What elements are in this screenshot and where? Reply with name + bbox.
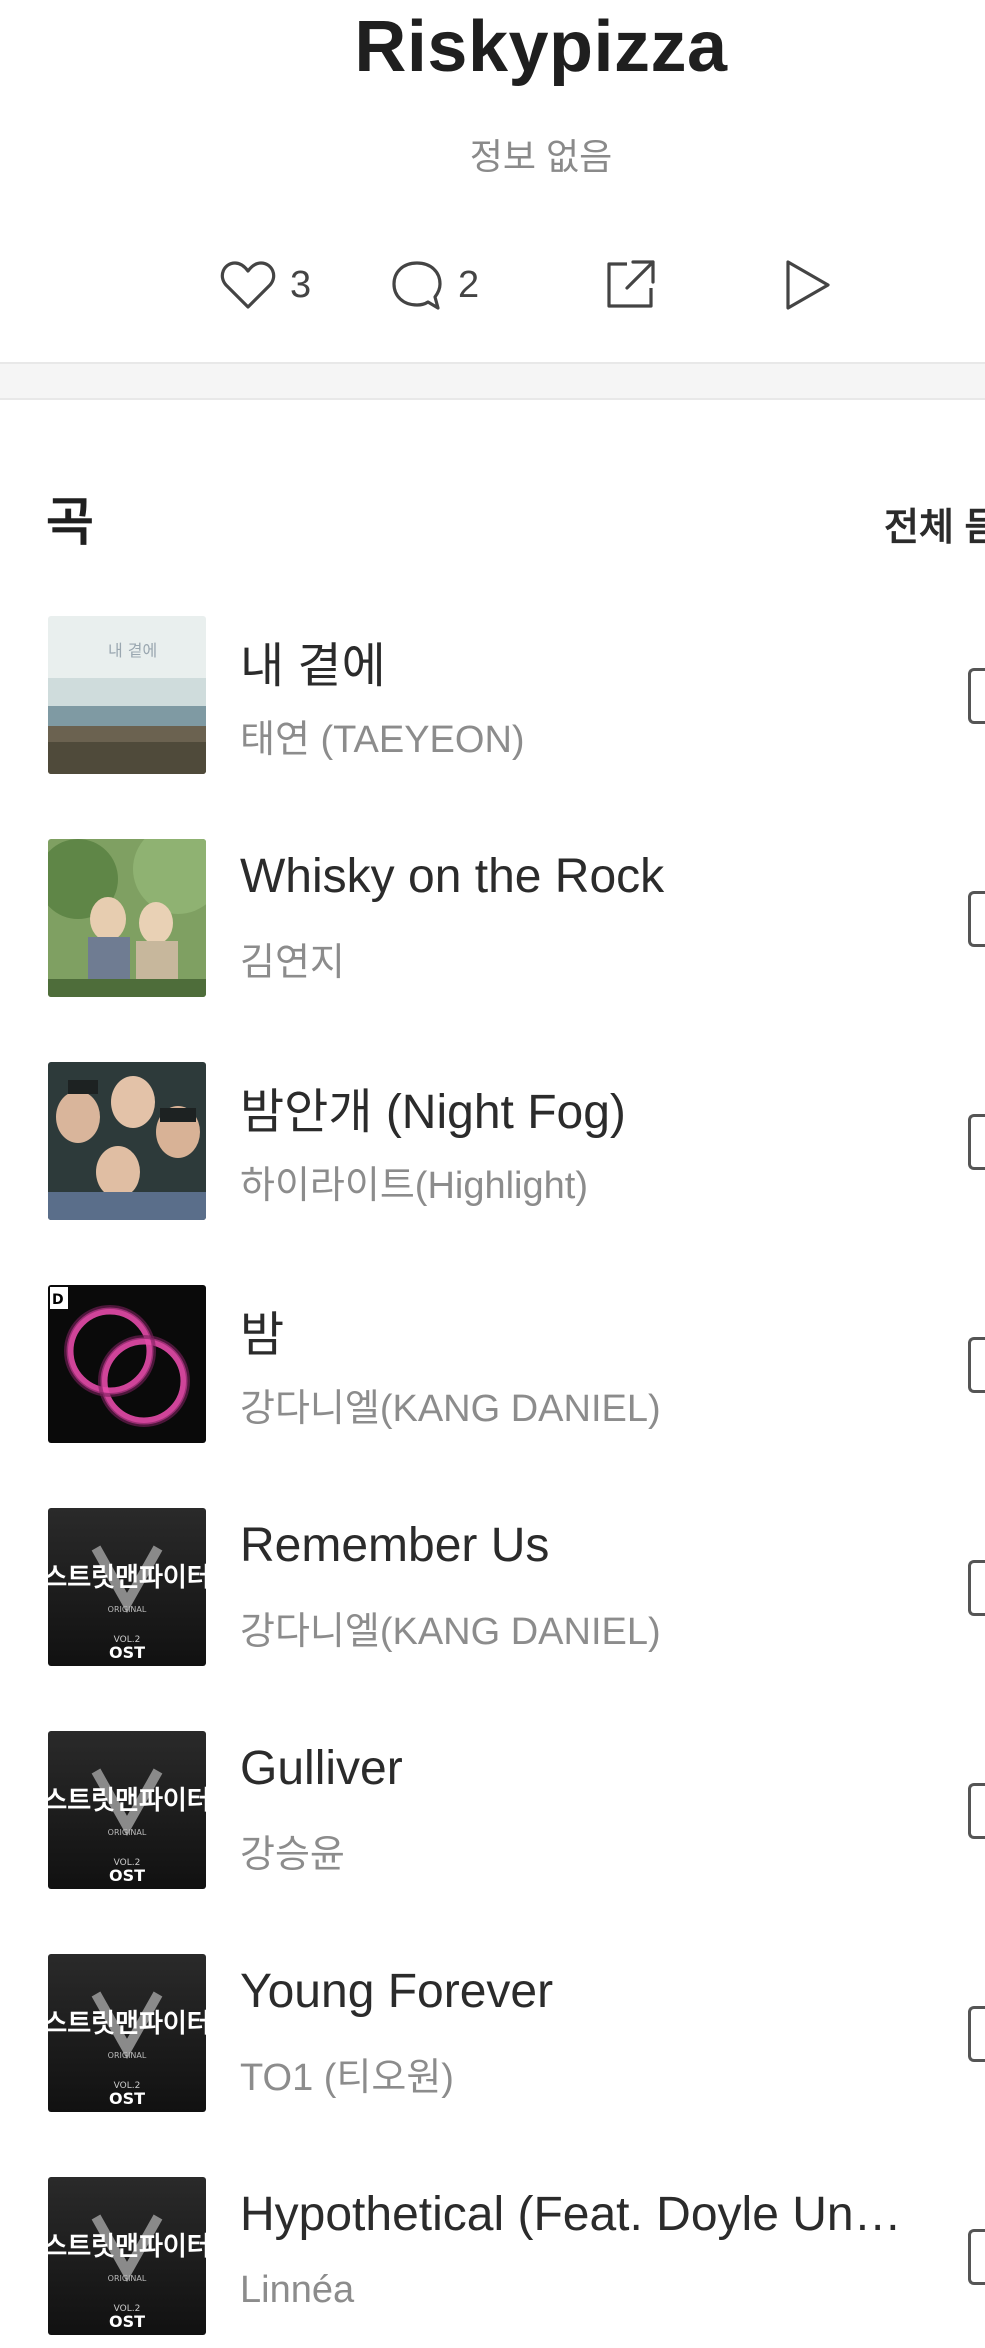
album-cover: 스트릿맨파이터 ORIGINAL VOL.2 OST [48,2177,206,2335]
svg-text:OST: OST [109,1643,145,1662]
track-row[interactable]: 스트릿맨파이터 ORIGINAL VOL.2 OST Hypothetical … [0,2177,985,2337]
svg-text:OST: OST [109,1866,145,1885]
track-more-icon[interactable] [968,2006,985,2062]
track-row[interactable]: 밤안개 (Night Fog) 하이라이트(Highlight) [0,1062,985,1222]
album-cover [48,839,206,997]
track-row[interactable]: D 밤 강다니엘(KANG DANIEL) [0,1285,985,1445]
track-artist: 김연지 [240,942,345,984]
track-artist: 강다니엘(KANG DANIEL) [240,1388,661,1430]
track-artist: 태연 (TAEYEON) [240,719,525,761]
svg-text:스트릿맨파이터: 스트릿맨파이터 [48,2232,206,2262]
track-title: Hypothetical (Feat. Doyle Un… [240,2188,902,2241]
album-cover: D [48,1285,206,1443]
svg-text:ORIGINAL: ORIGINAL [108,2274,147,2283]
svg-text:D: D [52,1292,64,1308]
svg-text:스트릿맨파이터: 스트릿맨파이터 [48,1786,206,1816]
like-button[interactable]: 3 [220,250,311,320]
play-button[interactable] [782,250,832,320]
svg-text:ORIGINAL: ORIGINAL [108,1828,147,1837]
track-title: Gulliver [240,1742,403,1795]
svg-text:OST: OST [109,2089,145,2108]
profile-subtitle: 정보 없음 [469,136,613,177]
comment-button[interactable]: 2 [390,250,479,320]
svg-text:내 곁에: 내 곁에 [108,641,157,660]
svg-text:ORIGINAL: ORIGINAL [108,1605,147,1614]
play-icon [782,258,832,312]
track-more-icon[interactable] [968,1560,985,1616]
songs-section-title: 곡 [46,494,94,552]
like-count: 3 [290,263,312,306]
track-title: 밤 [240,1309,285,1362]
track-title: 내 곁에 [240,640,386,693]
svg-text:ORIGINAL: ORIGINAL [108,2051,147,2060]
album-cover [48,1062,206,1220]
svg-text:스트릿맨파이터: 스트릿맨파이터 [48,2009,206,2039]
track-row[interactable]: 스트릿맨파이터 ORIGINAL VOL.2 OST Remember Us 강… [0,1508,985,1668]
track-artist: 하이라이트(Highlight) [240,1165,588,1207]
album-cover: 내 곁에 [48,616,206,774]
track-artist: Linnéa [240,2269,355,2311]
cover-title: 스트릿맨파이터 [48,1563,206,1593]
track-artist: TO1 (티오원) [240,2057,454,2099]
track-more-icon[interactable] [968,1114,985,1170]
action-bar: 3 2 [0,250,985,320]
comment-icon [390,258,444,312]
track-more-icon[interactable] [968,1783,985,1839]
track-title: Young Forever [240,1965,554,2018]
track-more-icon[interactable] [968,2229,985,2285]
album-cover: 스트릿맨파이터 ORIGINAL VOL.2 OST [48,1731,206,1889]
heart-icon [220,259,276,311]
comment-count: 2 [458,263,480,306]
play-all-button[interactable]: 전체 듣 [884,496,985,551]
track-more-icon[interactable] [968,1337,985,1393]
track-row[interactable]: Whisky on the Rock 김연지 [0,839,985,999]
album-cover: 스트릿맨파이터 ORIGINAL VOL.2 OST [48,1954,206,2112]
track-title: Remember Us [240,1519,550,1572]
track-row[interactable]: 내 곁에 내 곁에 태연 (TAEYEON) [0,616,985,776]
track-more-icon[interactable] [968,891,985,947]
track-artist: 강다니엘(KANG DANIEL) [240,1611,661,1653]
section-divider [0,362,985,400]
album-cover: 스트릿맨파이터 ORIGINAL VOL.2 OST [48,1508,206,1666]
share-icon [603,258,657,312]
track-title: 밤안개 (Night Fog) [240,1086,626,1139]
svg-text:OST: OST [109,2312,145,2331]
track-row[interactable]: 스트릿맨파이터 ORIGINAL VOL.2 OST Gulliver 강승윤 [0,1731,985,1891]
profile-title: Riskypizza [354,7,728,87]
share-button[interactable] [603,250,657,320]
track-more-icon[interactable] [968,668,985,724]
track-title: Whisky on the Rock [240,850,665,903]
track-artist: 강승윤 [240,1834,345,1876]
track-row[interactable]: 스트릿맨파이터 ORIGINAL VOL.2 OST Young Forever… [0,1954,985,2114]
